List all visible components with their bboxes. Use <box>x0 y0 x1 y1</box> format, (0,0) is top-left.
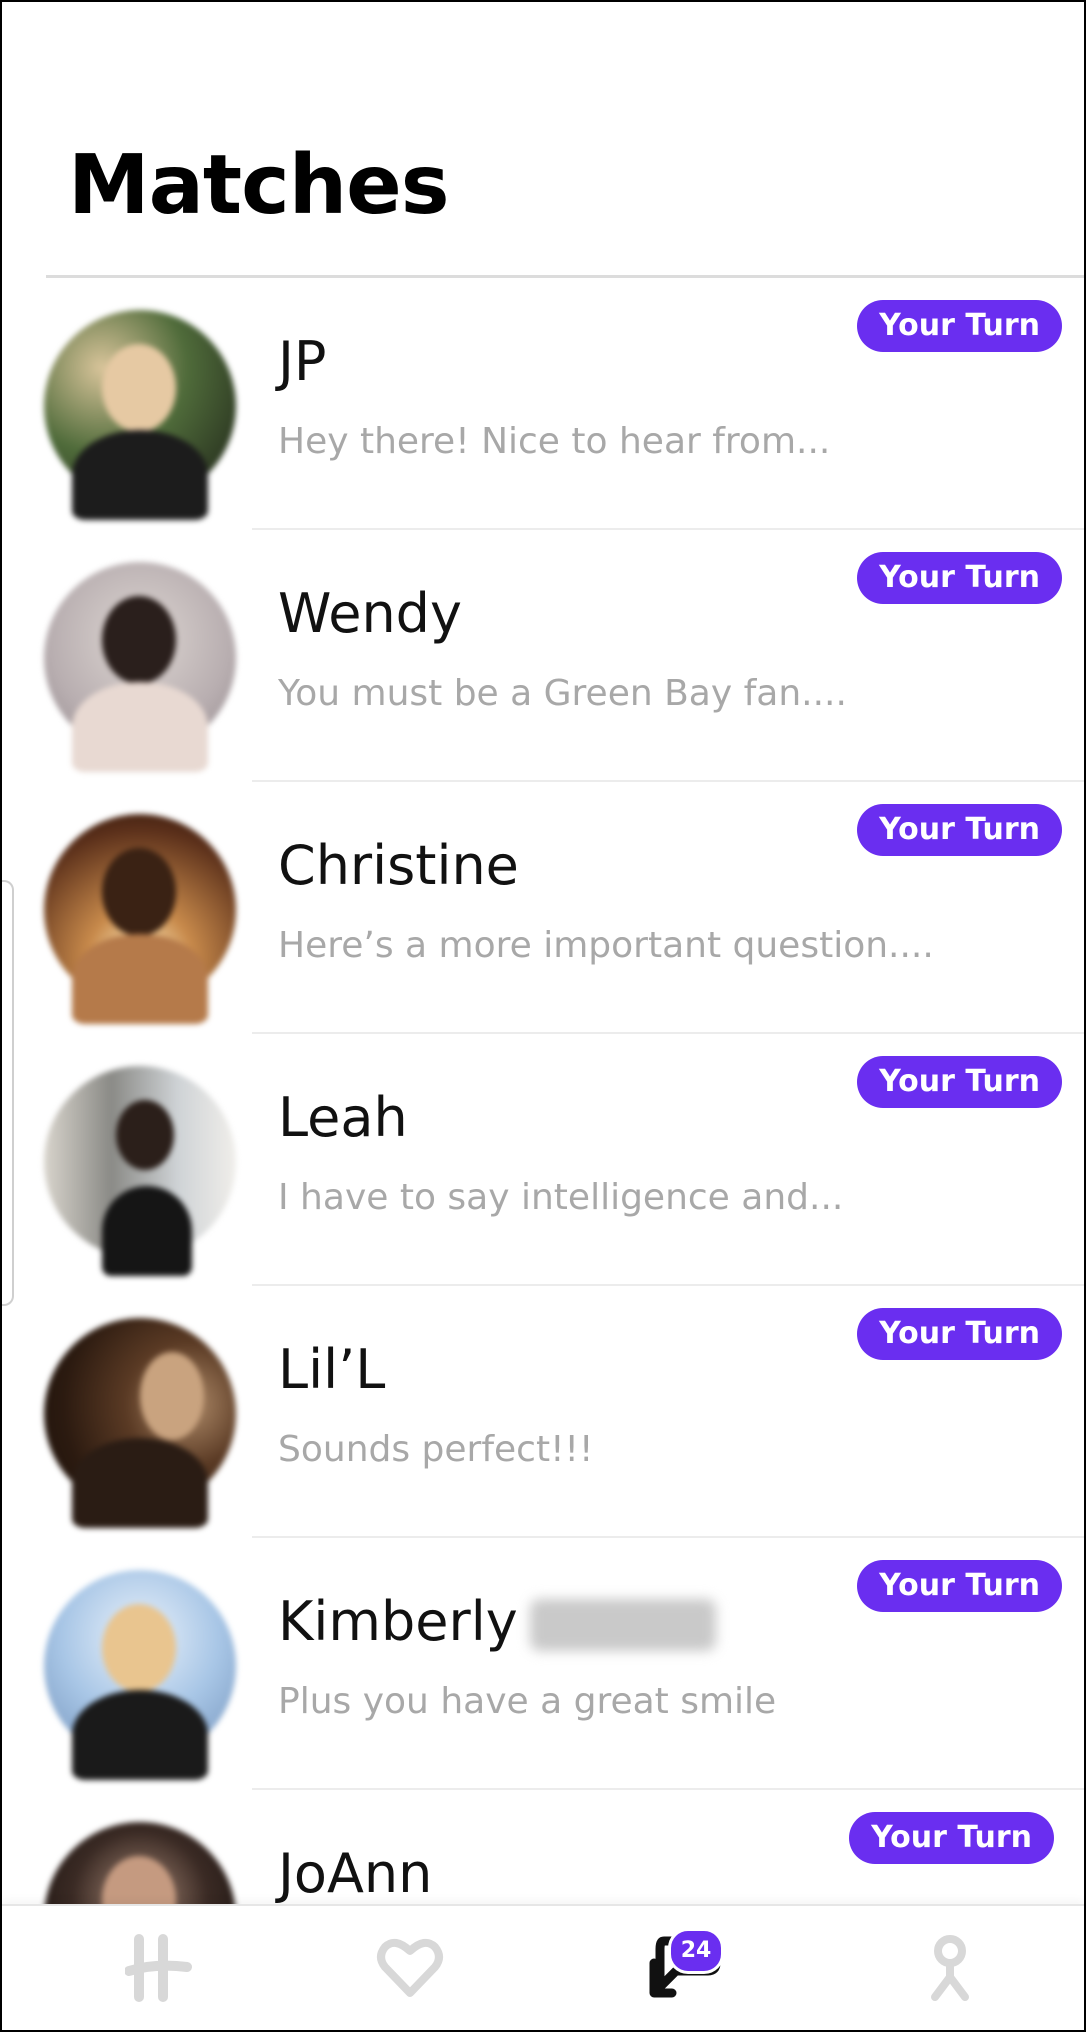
your-turn-badge: Your Turn <box>857 804 1062 856</box>
avatar[interactable] <box>44 310 236 520</box>
hinge-logo-icon <box>125 1934 192 2002</box>
your-turn-badge: Your Turn <box>857 1056 1062 1108</box>
match-name: Kimberly <box>278 1590 716 1654</box>
header: Matches <box>2 2 1084 278</box>
message-preview: You must be a Green Bay fan.... <box>278 673 847 714</box>
nav-matches[interactable]: 24 <box>614 1906 754 2030</box>
message-preview: Hey there! Nice to hear from... <box>278 421 831 462</box>
app-screen: Matches JP Hey there! Nice to hear from.… <box>0 0 1086 2032</box>
match-name-text: Kimberly <box>278 1590 518 1653</box>
message-preview: Here’s a more important question.... <box>278 925 934 966</box>
avatar[interactable] <box>44 1066 236 1276</box>
nav-profile[interactable] <box>880 1906 1020 2030</box>
match-row-leah[interactable]: Leah I have to say intelligence and... Y… <box>2 1034 1084 1286</box>
match-name: JP <box>278 330 327 393</box>
match-row-lil-l[interactable]: Lil’L Sounds perfect!!! Your Turn <box>2 1286 1084 1538</box>
redacted-surname <box>529 1599 716 1652</box>
nav-home[interactable] <box>90 1906 230 2030</box>
match-row-kimberly[interactable]: Kimberly Plus you have a great smile You… <box>2 1538 1084 1790</box>
heart-icon <box>377 1938 443 1997</box>
avatar[interactable] <box>44 1318 236 1528</box>
match-row-joann[interactable]: JoAnn Your Turn <box>2 1790 1084 1908</box>
nav-likes[interactable] <box>340 1906 480 2030</box>
avatar[interactable] <box>44 814 236 1024</box>
your-turn-badge: Your Turn <box>857 1560 1062 1612</box>
profile-icon <box>931 1935 969 2001</box>
match-name: Wendy <box>278 582 462 645</box>
message-preview: Plus you have a great smile <box>278 1681 777 1722</box>
matches-list[interactable]: JP Hey there! Nice to hear from... Your … <box>2 278 1084 1908</box>
avatar[interactable] <box>44 1822 236 1908</box>
match-row-wendy[interactable]: Wendy You must be a Green Bay fan.... Yo… <box>2 530 1084 782</box>
message-preview: Sounds perfect!!! <box>278 1429 594 1470</box>
match-name: Christine <box>278 834 519 897</box>
your-turn-badge: Your Turn <box>857 300 1062 352</box>
match-row-jp[interactable]: JP Hey there! Nice to hear from... Your … <box>2 278 1084 530</box>
avatar[interactable] <box>44 562 236 772</box>
bottom-nav: 24 <box>2 1904 1084 2030</box>
avatar[interactable] <box>44 1570 236 1780</box>
match-name: Leah <box>278 1086 408 1149</box>
match-name: JoAnn <box>278 1842 433 1905</box>
your-turn-badge: Your Turn <box>857 552 1062 604</box>
match-row-christine[interactable]: Christine Here’s a more important questi… <box>2 782 1084 1034</box>
edge-panel-handle[interactable] <box>2 880 14 1306</box>
page-title: Matches <box>68 138 450 233</box>
your-turn-badge: Your Turn <box>849 1812 1054 1864</box>
unread-count-badge: 24 <box>668 1928 724 1974</box>
message-preview: I have to say intelligence and... <box>278 1177 844 1218</box>
match-name: Lil’L <box>278 1338 386 1401</box>
your-turn-badge: Your Turn <box>857 1308 1062 1360</box>
